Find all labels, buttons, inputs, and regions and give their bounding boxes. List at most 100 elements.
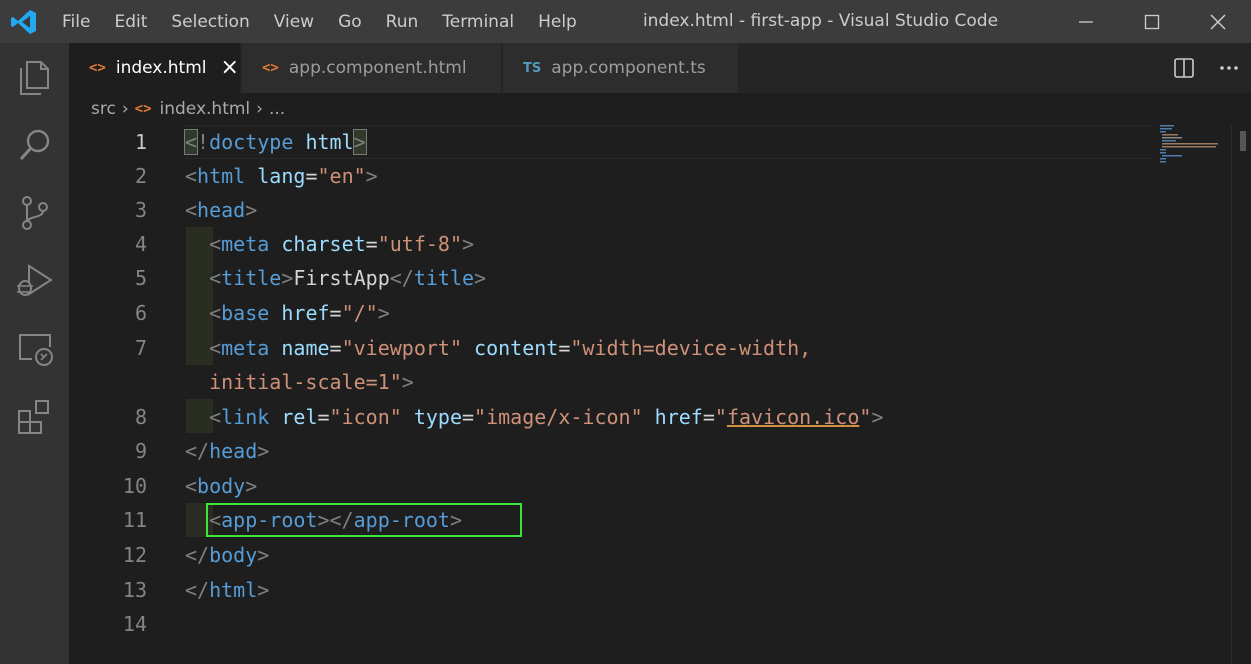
app-root-highlight-box [206,503,522,537]
token: "en" [317,164,366,188]
code-editor[interactable]: 1 2 3 4 5 6 7 8 9 10 11 12 13 14 <!docty… [69,125,1231,664]
tab-label: app.component.html [288,58,467,78]
split-editor-icon[interactable] [1173,57,1195,79]
token: meta [221,336,270,360]
extensions-icon [17,400,49,434]
code-line: </body> [185,538,269,572]
token: lang [257,164,306,188]
token: = [365,232,378,256]
line-number: 3 [134,198,147,222]
token: "utf-8" [377,232,462,256]
activity-run-debug[interactable] [0,247,69,315]
token: < [185,474,198,498]
code-line: </html> [185,573,269,607]
token: content [474,336,559,360]
token: > [257,439,270,463]
line-number: 13 [122,578,147,602]
tab-app-component-html[interactable]: <> app.component.html [242,43,502,93]
html-file-icon: <> [134,101,152,117]
breadcrumb-file[interactable]: index.html [160,99,251,119]
breadcrumb-folder[interactable]: src [91,99,116,119]
token: < [185,164,198,188]
token: = [702,405,715,429]
line-number: 10 [122,474,147,498]
token: name [281,336,330,360]
vertical-scrollbar[interactable] [1231,125,1251,664]
token: href [654,405,703,429]
line-number: 8 [134,405,147,429]
token: > [281,266,294,290]
menu-bar: File Edit Selection View Go Run Terminal… [62,0,601,43]
activity-source-control[interactable] [0,179,69,247]
search-icon [19,129,49,161]
token: body [209,543,258,567]
token: rel [281,405,318,429]
typescript-file-icon: TS [523,60,542,76]
tab-app-component-ts[interactable]: TS app.component.ts [503,43,739,93]
scrollbar-thumb[interactable] [1240,131,1246,151]
token: head [209,439,258,463]
more-actions-icon[interactable] [1218,57,1240,79]
token: meta [221,232,270,256]
activity-extensions[interactable] [0,383,69,451]
tab-index-html[interactable]: <> index.html × [69,43,241,93]
token: = [329,336,342,360]
minimize-icon [1079,20,1093,23]
token: </ [389,266,414,290]
token: "viewport" [341,336,462,360]
code-line-wrapped: initial-scale=1"> [185,365,414,399]
remote-explorer-icon [18,334,53,366]
token: > [401,370,414,394]
menu-file[interactable]: File [62,12,90,32]
vscode-logo-icon[interactable] [10,8,38,36]
close-tab-icon[interactable]: × [221,57,239,79]
token: title [413,266,475,290]
token: "/" [341,301,378,325]
token: </ [185,578,210,602]
token: < [183,129,199,155]
token: > [257,578,270,602]
token: html [305,130,354,154]
token: > [365,164,378,188]
token[interactable]: favicon.ico [727,405,859,429]
token: ! [197,130,210,154]
run-debug-icon [16,264,53,296]
token: " [859,405,872,429]
token: href [281,301,330,325]
menu-edit[interactable]: Edit [114,12,147,32]
menu-help[interactable]: Help [538,12,577,32]
breadcrumb-more[interactable]: ... [269,99,285,119]
token: > [871,405,884,429]
menu-run[interactable]: Run [386,12,419,32]
token: = [462,405,475,429]
code-line: <html lang="en"> [185,159,378,193]
maximize-button[interactable] [1119,0,1185,43]
source-control-icon [21,196,48,230]
menu-selection[interactable]: Selection [171,12,249,32]
activity-remote-explorer[interactable] [0,315,69,383]
line-number: 2 [134,164,147,188]
activity-explorer[interactable] [0,43,69,111]
token: doctype [209,130,294,154]
token: < [209,336,222,360]
menu-go[interactable]: Go [338,12,362,32]
token: head [197,198,246,222]
minimap[interactable] [1160,125,1232,185]
close-icon [1210,13,1226,30]
line-number: 6 [134,301,147,325]
line-number: 12 [122,543,147,567]
line-number: 1 [134,130,147,154]
close-window-button[interactable] [1185,0,1251,43]
code-line: </head> [185,434,269,468]
menu-view[interactable]: View [274,12,314,32]
token: title [221,266,282,290]
line-number: 7 [134,336,147,360]
token: "image/x-icon" [474,405,643,429]
menu-terminal[interactable]: Terminal [442,12,514,32]
minimize-button[interactable] [1053,0,1119,43]
activity-search[interactable] [0,111,69,179]
html-file-icon: <> [262,60,279,76]
html-file-icon: <> [89,60,106,76]
tab-actions [1161,43,1251,93]
code-line: <head> [185,193,257,227]
